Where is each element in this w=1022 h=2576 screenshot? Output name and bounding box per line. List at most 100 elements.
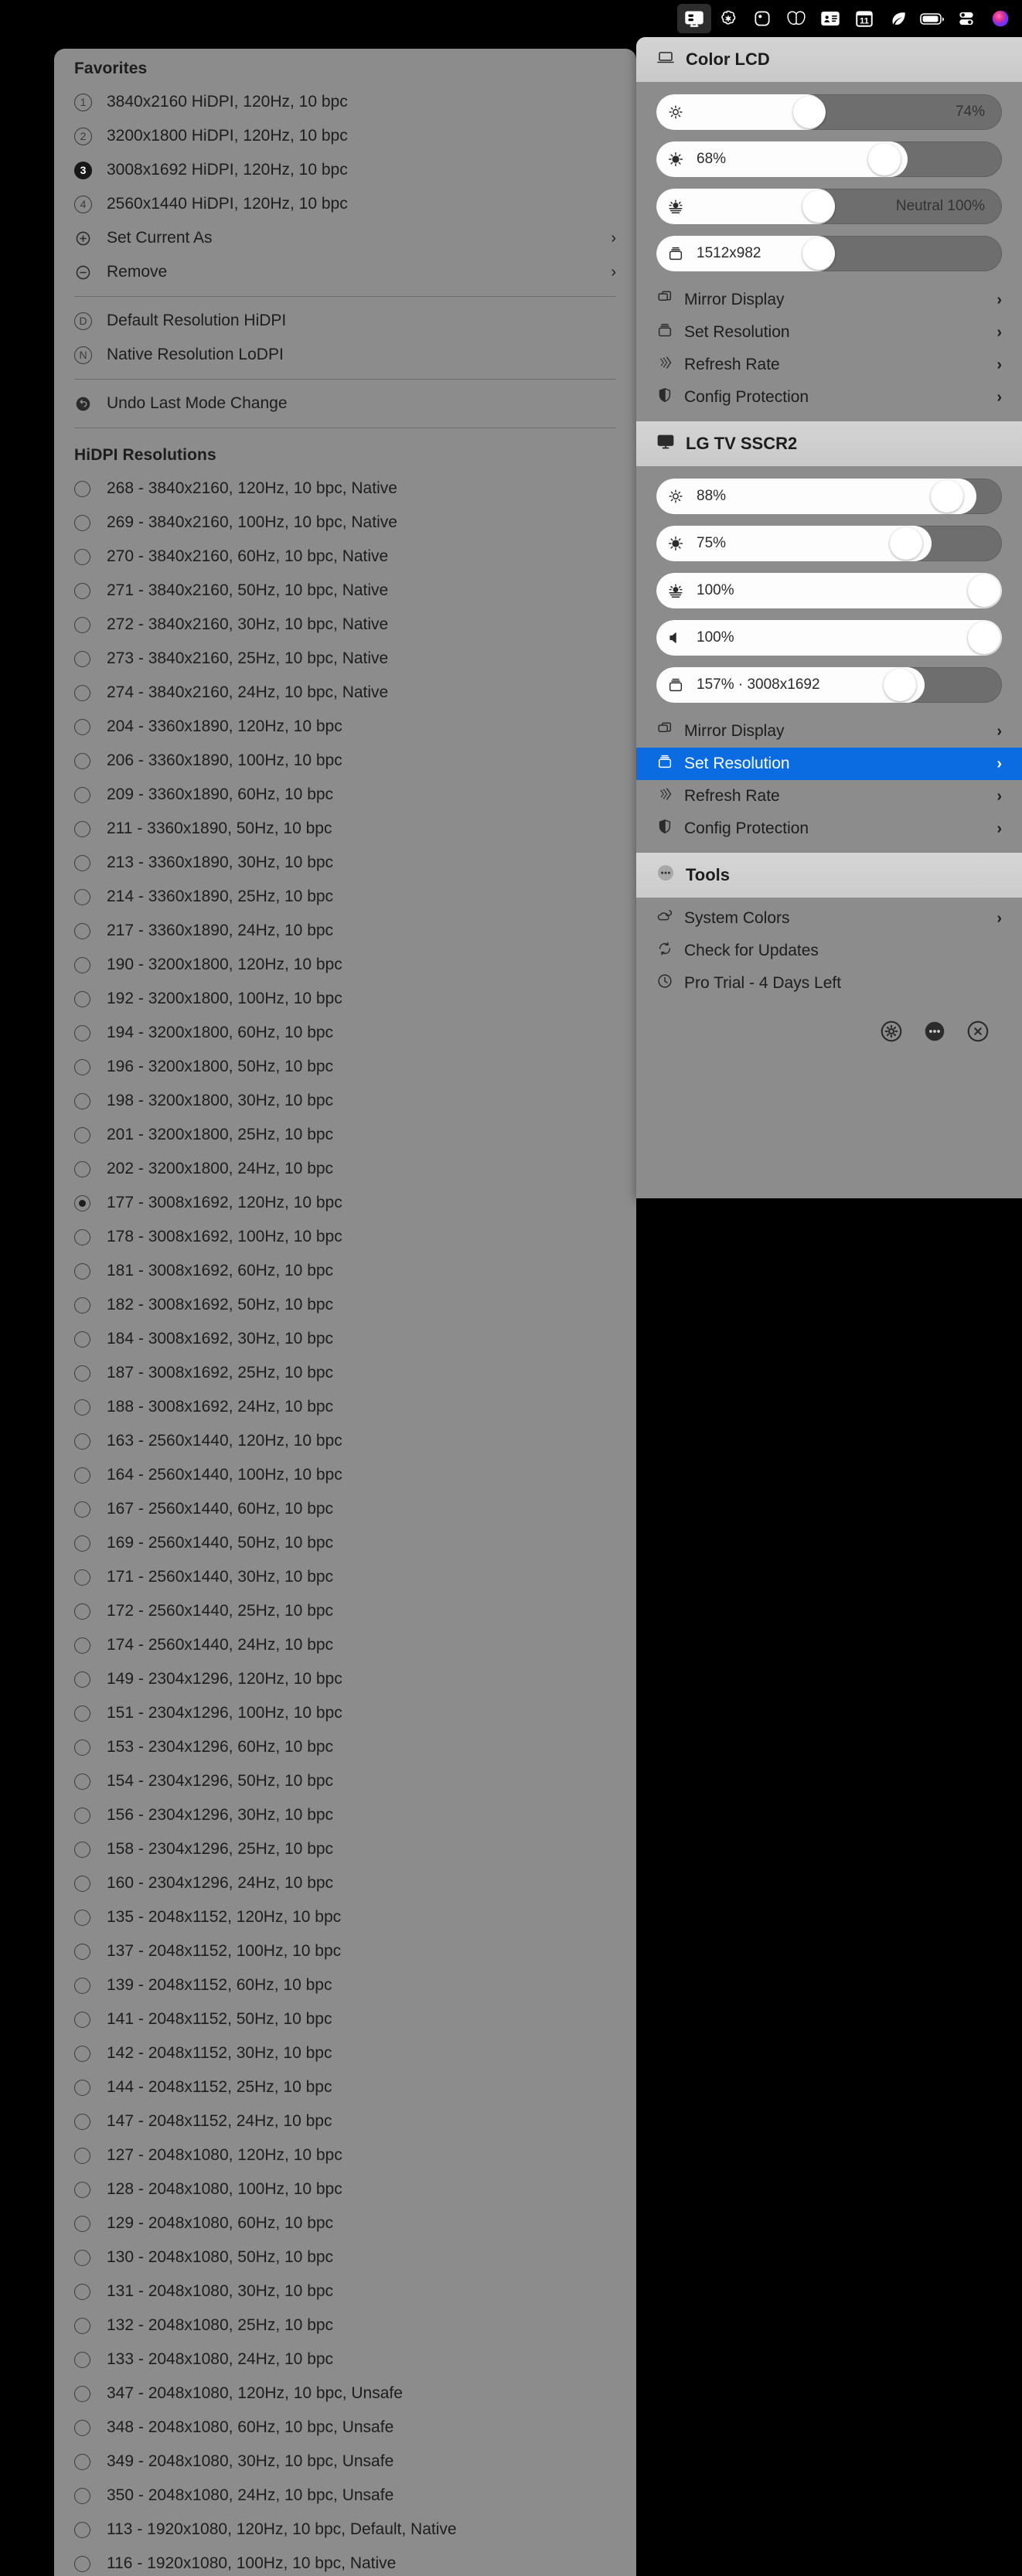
- openai-icon[interactable]: [711, 4, 745, 33]
- resolution-mode-item[interactable]: 137 - 2048x1152, 100Hz, 10 bpc: [54, 1934, 636, 1968]
- radio-button[interactable]: [74, 2555, 96, 2572]
- tools-item-pro-trial-4-days-left[interactable]: Pro Trial - 4 Days Left: [636, 967, 1022, 1000]
- radio-button[interactable]: [74, 650, 96, 667]
- resolution-mode-item[interactable]: 172 - 2560x1440, 25Hz, 10 bpc: [54, 1594, 636, 1628]
- radio-button[interactable]: [74, 2215, 96, 2232]
- radio-button[interactable]: [74, 956, 96, 973]
- radio-button[interactable]: [74, 1603, 96, 1620]
- favorite-item[interactable]: 1 3840x2160 HiDPI, 120Hz, 10 bpc: [54, 85, 636, 119]
- display-menu-icon[interactable]: [677, 4, 711, 33]
- action-item[interactable]: Remove ›: [54, 255, 636, 289]
- radio-button[interactable]: [74, 1262, 96, 1279]
- radio-button[interactable]: [74, 2487, 96, 2504]
- radio-button[interactable]: [74, 2419, 96, 2436]
- radio-button[interactable]: [74, 1875, 96, 1892]
- calendar-icon[interactable]: 11: [847, 4, 881, 33]
- radio-button[interactable]: [74, 1365, 96, 1382]
- slider-resolution[interactable]: 1512x982: [656, 236, 1002, 271]
- resolution-mode-item[interactable]: 174 - 2560x1440, 24Hz, 10 bpc: [54, 1628, 636, 1662]
- resolution-mode-item[interactable]: 187 - 3008x1692, 25Hz, 10 bpc: [54, 1356, 636, 1390]
- resolution-mode-item[interactable]: 271 - 3840x2160, 50Hz, 10 bpc, Native: [54, 574, 636, 608]
- resolution-mode-item[interactable]: 198 - 3200x1800, 30Hz, 10 bpc: [54, 1084, 636, 1118]
- resolution-mode-item[interactable]: 156 - 2304x1296, 30Hz, 10 bpc: [54, 1798, 636, 1832]
- radio-button[interactable]: [74, 1467, 96, 1484]
- slider-volume[interactable]: 100%: [656, 620, 1002, 656]
- radio-button[interactable]: [74, 1194, 96, 1211]
- resolution-mode-item[interactable]: 178 - 3008x1692, 100Hz, 10 bpc: [54, 1220, 636, 1254]
- resolution-mode-item[interactable]: 133 - 2048x1080, 24Hz, 10 bpc: [54, 2343, 636, 2377]
- resolution-mode-item[interactable]: 184 - 3008x1692, 30Hz, 10 bpc: [54, 1322, 636, 1356]
- resolution-mode-item[interactable]: 211 - 3360x1890, 50Hz, 10 bpc: [54, 812, 636, 846]
- favorite-item[interactable]: 4 2560x1440 HiDPI, 120Hz, 10 bpc: [54, 187, 636, 221]
- radio-button[interactable]: [74, 2249, 96, 2266]
- radio-button[interactable]: [74, 2011, 96, 2028]
- radio-button[interactable]: [74, 1228, 96, 1245]
- menu-item-set-resolution[interactable]: Set Resolution ›: [636, 316, 1022, 349]
- slider-brightness-low[interactable]: 74%: [656, 94, 1002, 130]
- resolution-mode-item[interactable]: 139 - 2048x1152, 60Hz, 10 bpc: [54, 1968, 636, 2002]
- resolution-mode-item[interactable]: 273 - 3840x2160, 25Hz, 10 bpc, Native: [54, 642, 636, 676]
- resolution-mode-item[interactable]: 348 - 2048x1080, 60Hz, 10 bpc, Unsafe: [54, 2411, 636, 2445]
- resolution-mode-item[interactable]: 113 - 1920x1080, 120Hz, 10 bpc, Default,…: [54, 2513, 636, 2547]
- resolution-mode-item[interactable]: 144 - 2048x1152, 25Hz, 10 bpc: [54, 2070, 636, 2104]
- resolution-mode-item[interactable]: 169 - 2560x1440, 50Hz, 10 bpc: [54, 1526, 636, 1560]
- resolution-mode-item[interactable]: 270 - 3840x2160, 60Hz, 10 bpc, Native: [54, 540, 636, 574]
- resolution-mode-item[interactable]: 116 - 1920x1080, 100Hz, 10 bpc, Native: [54, 2547, 636, 2576]
- resolution-mode-item[interactable]: 128 - 2048x1080, 100Hz, 10 bpc: [54, 2172, 636, 2206]
- resolution-mode-item[interactable]: 192 - 3200x1800, 100Hz, 10 bpc: [54, 982, 636, 1016]
- slider-contrast[interactable]: Neutral 100%: [656, 189, 1002, 224]
- resolution-mode-item[interactable]: 149 - 2304x1296, 120Hz, 10 bpc: [54, 1662, 636, 1696]
- radio-button[interactable]: [74, 752, 96, 769]
- action-item[interactable]: Set Current As ›: [54, 221, 636, 255]
- battery-icon[interactable]: [915, 4, 949, 33]
- resolution-mode-item[interactable]: 153 - 2304x1296, 60Hz, 10 bpc: [54, 1730, 636, 1764]
- slider-resolution[interactable]: 157% · 3008x1692: [656, 667, 1002, 703]
- rounded-square-icon[interactable]: [745, 4, 779, 33]
- radio-button[interactable]: [74, 1160, 96, 1177]
- resolution-mode-item[interactable]: 196 - 3200x1800, 50Hz, 10 bpc: [54, 1050, 636, 1084]
- resolution-mode-item[interactable]: 127 - 2048x1080, 120Hz, 10 bpc: [54, 2138, 636, 2172]
- resolution-mode-item[interactable]: 349 - 2048x1080, 30Hz, 10 bpc, Unsafe: [54, 2445, 636, 2479]
- resolution-mode-item[interactable]: 147 - 2048x1152, 24Hz, 10 bpc: [54, 2104, 636, 2138]
- tools-item-check-for-updates[interactable]: Check for Updates: [636, 935, 1022, 967]
- menu-item-config-protection[interactable]: Config Protection ›: [636, 813, 1022, 845]
- radio-button[interactable]: [74, 1058, 96, 1075]
- radio-button[interactable]: [74, 2079, 96, 2096]
- radio-button[interactable]: [74, 2453, 96, 2470]
- radio-button[interactable]: [74, 1024, 96, 1041]
- resolution-mode-item[interactable]: 201 - 3200x1800, 25Hz, 10 bpc: [54, 1118, 636, 1152]
- resolution-mode-item[interactable]: 350 - 2048x1080, 24Hz, 10 bpc, Unsafe: [54, 2479, 636, 2513]
- resolution-mode-item[interactable]: 132 - 2048x1080, 25Hz, 10 bpc: [54, 2309, 636, 2343]
- leaf-icon[interactable]: [881, 4, 915, 33]
- resolution-mode-item[interactable]: 142 - 2048x1152, 30Hz, 10 bpc: [54, 2036, 636, 2070]
- radio-button[interactable]: [74, 616, 96, 633]
- radio-button[interactable]: [74, 2521, 96, 2538]
- resolution-mode-item[interactable]: 167 - 2560x1440, 60Hz, 10 bpc: [54, 1492, 636, 1526]
- resolution-mode-item[interactable]: 214 - 3360x1890, 25Hz, 10 bpc: [54, 880, 636, 914]
- radio-button[interactable]: [74, 2385, 96, 2402]
- radio-button[interactable]: [74, 1977, 96, 1994]
- radio-button[interactable]: [74, 1909, 96, 1926]
- radio-button[interactable]: [74, 1637, 96, 1654]
- radio-button[interactable]: [74, 514, 96, 531]
- radio-button[interactable]: [74, 1807, 96, 1824]
- radio-button[interactable]: [74, 548, 96, 565]
- undo-item[interactable]: Undo Last Mode Change: [54, 387, 636, 421]
- preset-item[interactable]: D Default Resolution HiDPI: [54, 304, 636, 338]
- radio-button[interactable]: [74, 1126, 96, 1143]
- radio-button[interactable]: [74, 480, 96, 497]
- radio-button[interactable]: [74, 1739, 96, 1756]
- slider-contrast[interactable]: 100%: [656, 573, 1002, 608]
- resolution-mode-item[interactable]: 135 - 2048x1152, 120Hz, 10 bpc: [54, 1900, 636, 1934]
- resolution-mode-item[interactable]: 129 - 2048x1080, 60Hz, 10 bpc: [54, 2206, 636, 2240]
- resolution-mode-item[interactable]: 181 - 3008x1692, 60Hz, 10 bpc: [54, 1254, 636, 1288]
- resolution-mode-item[interactable]: 347 - 2048x1080, 120Hz, 10 bpc, Unsafe: [54, 2377, 636, 2411]
- resolution-mode-item[interactable]: 217 - 3360x1890, 24Hz, 10 bpc: [54, 914, 636, 948]
- radio-button[interactable]: [74, 1841, 96, 1858]
- radio-button[interactable]: [74, 2283, 96, 2300]
- tools-item-system-colors[interactable]: System Colors ›: [636, 902, 1022, 935]
- control-center-icon[interactable]: [949, 4, 983, 33]
- resolution-mode-item[interactable]: 209 - 3360x1890, 60Hz, 10 bpc: [54, 778, 636, 812]
- slider-brightness-high[interactable]: 75%: [656, 526, 1002, 561]
- resolution-mode-item[interactable]: 164 - 2560x1440, 100Hz, 10 bpc: [54, 1458, 636, 1492]
